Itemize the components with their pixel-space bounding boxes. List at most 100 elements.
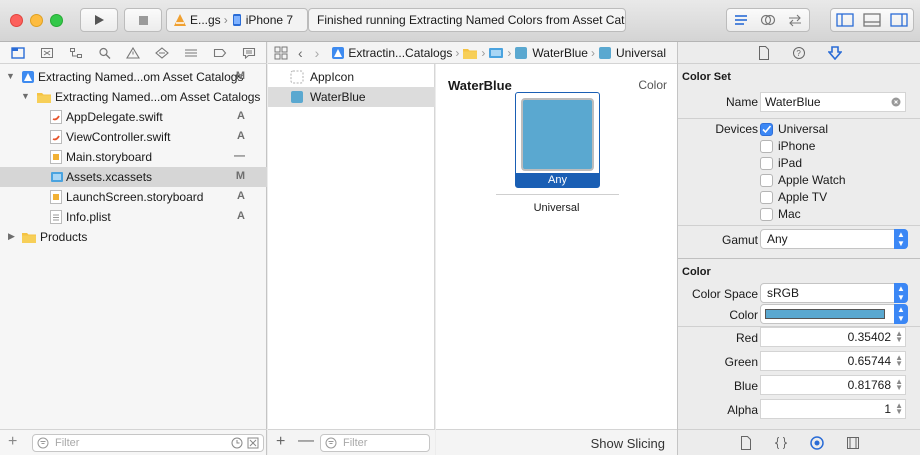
color-space-popup[interactable]: sRGB ▲ ▼ [760,283,908,303]
tree-row-group[interactable]: ▶ Products [0,227,267,247]
asset-title: WaterBlue [448,78,512,93]
asset-item-label: AppIcon [310,70,355,84]
tree-row-file[interactable]: ViewController.swift A [0,127,267,147]
asset-item-appicon[interactable]: AppIcon [268,67,435,87]
gamut-popup[interactable]: Any ▲ ▼ [760,229,908,249]
scm-status-badge: M [235,70,245,82]
gamut-label: Gamut [721,233,758,247]
device-checkbox-universal[interactable] [760,123,773,136]
toggle-debug-area-icon[interactable] [863,13,881,27]
file-inspector-icon[interactable] [758,45,770,60]
forward-arrow-icon[interactable]: › [315,45,320,61]
disclosure-open-icon[interactable]: ▼ [21,91,30,101]
section-divider [678,225,920,226]
scm-filter-icon[interactable] [247,437,259,449]
red-label: Red [735,331,758,345]
stepper-icon[interactable]: ▲ ▼ [895,354,903,368]
device-checkbox-apple-watch[interactable] [760,174,773,187]
color-well-popup[interactable]: ▲ ▼ [760,304,908,324]
stop-button[interactable] [124,8,162,32]
panel-visibility-segment[interactable] [830,8,914,32]
recent-files-icon[interactable] [231,437,243,449]
issue-navigator-icon[interactable] [126,46,141,59]
project-navigator-icon[interactable] [11,46,26,59]
editor-mode-segment[interactable] [726,8,810,32]
green-value: 0.65744 [847,354,891,368]
project-navigator: ▼ Extracting Named...om Asset Catalogs M… [0,42,267,455]
media-library-icon[interactable] [846,436,860,450]
attributes-inspector-icon[interactable] [827,45,842,60]
tree-row-group[interactable]: ▼ Extracting Named...om Asset Catalogs [0,87,267,107]
asset-catalog-icon [51,172,63,182]
red-field[interactable]: 0.35402 ▲ ▼ [760,327,906,347]
assistant-editor-icon[interactable] [760,13,776,27]
disclosure-open-icon[interactable]: ▼ [6,71,15,81]
color-swatch-icon [291,91,303,103]
tree-row-file-selected[interactable]: Assets.xcassets M [0,167,267,187]
device-label-ipad: iPad [778,156,803,170]
stepper-icon[interactable]: ▲ ▼ [895,402,903,416]
red-value: 0.35402 [847,330,891,344]
object-library-icon[interactable] [809,435,824,450]
tree-row-file[interactable]: LaunchScreen.storyboard A [0,187,267,207]
show-slicing-button[interactable]: Show Slicing [591,436,665,451]
storyboard-file-icon [50,150,62,164]
folder-icon[interactable] [462,46,478,60]
toggle-utilities-icon[interactable] [890,13,908,27]
alpha-label: Alpha [727,403,758,417]
blue-field[interactable]: 0.81768 ▲ ▼ [760,375,906,395]
find-navigator-icon[interactable] [98,47,112,59]
report-navigator-icon[interactable] [242,47,256,59]
device-checkbox-mac[interactable] [760,208,773,221]
breadcrumb-appearance[interactable]: Universal [616,46,666,60]
test-navigator-icon[interactable] [155,46,170,59]
swift-file-icon [50,110,62,124]
device-checkbox-iphone[interactable] [760,140,773,153]
minimize-window-button[interactable] [30,14,43,27]
breadcrumb-project[interactable]: Extractin...Catalogs [348,46,452,60]
code-snippet-library-icon[interactable] [774,436,788,450]
name-field[interactable]: WaterBlue [760,92,906,112]
related-items-icon[interactable] [274,46,288,60]
disclosure-closed-icon[interactable]: ▶ [8,231,15,242]
back-arrow-icon[interactable]: ‹ [298,45,303,61]
add-file-button[interactable]: + [8,433,17,451]
library-tabs [678,429,920,455]
clear-field-icon[interactable] [891,97,901,107]
breakpoint-navigator-icon[interactable] [213,47,227,59]
breadcrumb-color[interactable]: WaterBlue [532,46,588,60]
navigator-filter-field[interactable]: Filter [32,434,264,452]
close-window-button[interactable] [10,14,23,27]
device-checkbox-ipad[interactable] [760,157,773,170]
debug-navigator-icon[interactable] [184,47,198,59]
toggle-navigator-icon[interactable] [836,13,854,27]
source-control-icon[interactable] [40,47,54,59]
quick-help-icon[interactable]: ? [792,46,806,60]
version-editor-icon[interactable] [787,13,803,27]
asset-filter-field[interactable]: Filter [320,434,430,452]
device-checkbox-apple-tv[interactable] [760,191,773,204]
zoom-window-button[interactable] [50,14,63,27]
asset-catalog-icon[interactable] [488,46,504,60]
remove-asset-button[interactable]: — [298,432,314,450]
breadcrumb-separator-icon: › [507,45,512,60]
tree-row-project[interactable]: ▼ Extracting Named...om Asset Catalogs M [0,67,267,87]
tree-row-file[interactable]: Info.plist A [0,207,267,227]
add-asset-button[interactable]: + [276,433,285,451]
scheme-selector[interactable]: E...gs › iPhone 7 [166,8,308,32]
run-button[interactable] [80,8,118,32]
standard-editor-icon[interactable] [733,13,749,27]
stepper-icon[interactable]: ▲ ▼ [895,378,903,392]
stepper-icon[interactable]: ▲ ▼ [895,330,903,344]
color-slot-well[interactable]: Any [515,92,600,188]
storyboard-file-icon [50,190,62,204]
tree-row-file[interactable]: AppDelegate.swift A [0,107,267,127]
asset-item-waterblue[interactable]: WaterBlue [268,87,435,107]
green-field[interactable]: 0.65744 ▲ ▼ [760,351,906,371]
tree-row-file[interactable]: Main.storyboard — [0,147,267,167]
symbol-navigator-icon[interactable] [69,47,83,59]
scm-status-badge: A [237,210,245,222]
alpha-field[interactable]: 1 ▲ ▼ [760,399,906,419]
scm-status-badge: — [234,150,245,162]
file-template-library-icon[interactable] [740,435,752,450]
